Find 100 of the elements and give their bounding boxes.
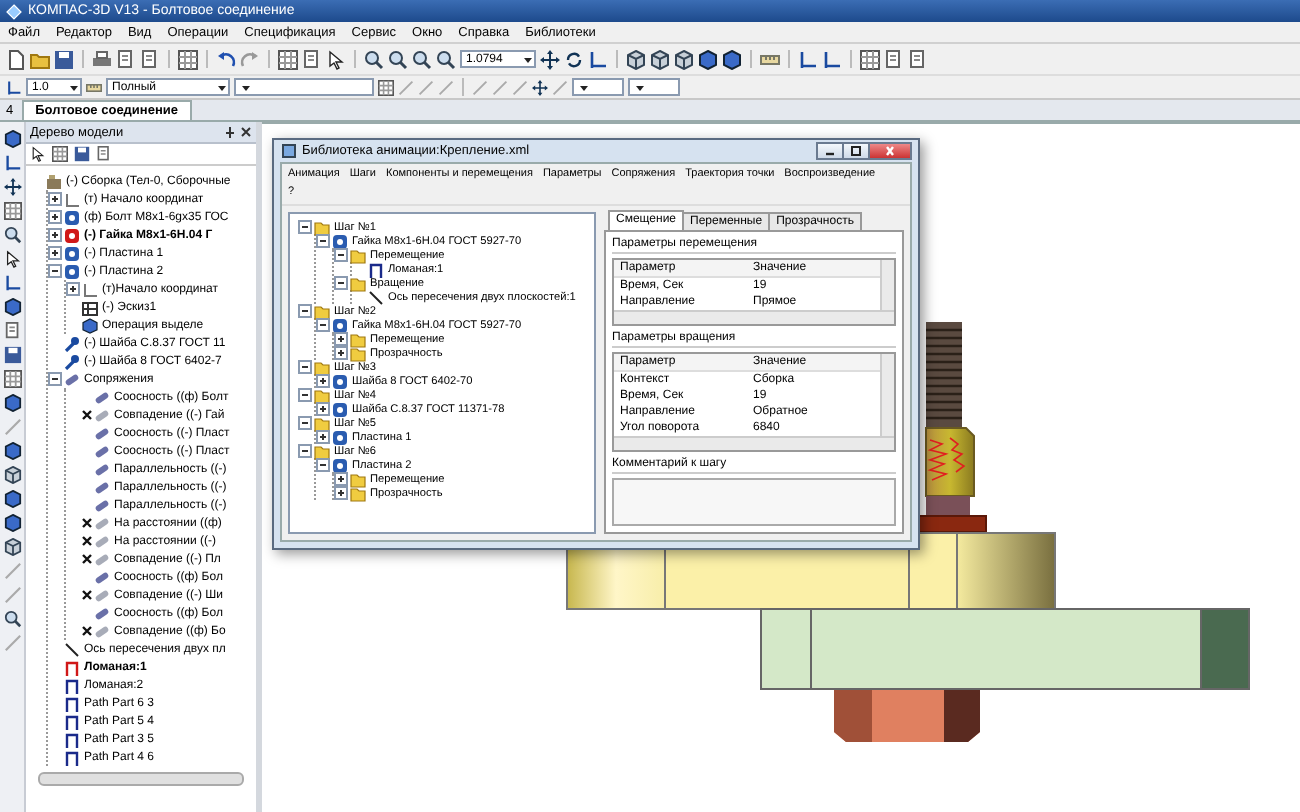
open-folder-icon[interactable] [30, 49, 50, 69]
axes-icon[interactable] [798, 49, 818, 69]
grid-icon[interactable] [178, 49, 198, 69]
close-icon [884, 146, 896, 156]
expand-icon[interactable] [334, 472, 348, 486]
document-icon[interactable] [908, 49, 928, 69]
expand-icon[interactable] [316, 374, 330, 388]
pointer-icon[interactable] [326, 49, 346, 69]
zoom-icon[interactable] [436, 49, 456, 69]
collapse-icon[interactable] [298, 416, 312, 430]
document-icon[interactable] [302, 49, 322, 69]
expand-icon[interactable] [334, 332, 348, 346]
maximize-button[interactable] [842, 142, 870, 160]
horizontal-scrollbar[interactable] [38, 772, 244, 786]
document-icon[interactable] [3, 322, 21, 340]
pointer-icon[interactable] [3, 250, 21, 268]
document-icon[interactable] [884, 49, 904, 69]
cube-icon[interactable] [3, 298, 21, 316]
wireframe-cube-icon[interactable] [650, 49, 670, 69]
part-icon [332, 233, 348, 249]
minimize-button[interactable] [816, 142, 844, 160]
grid-icon[interactable] [378, 79, 394, 95]
expand-icon[interactable] [48, 228, 62, 242]
move-arrows-icon[interactable] [3, 178, 21, 196]
axes-icon[interactable] [588, 49, 608, 69]
vertical-scrollbar[interactable] [880, 354, 894, 436]
zoom-icon[interactable] [3, 226, 21, 244]
printer-icon[interactable] [92, 49, 112, 69]
expand-icon[interactable] [66, 282, 80, 296]
collapse-icon[interactable] [316, 234, 330, 248]
document-icon[interactable] [116, 49, 136, 69]
cross-icon [82, 536, 92, 546]
grid-icon[interactable] [278, 49, 298, 69]
collapse-icon[interactable] [48, 264, 62, 278]
cross-icon [82, 410, 92, 420]
cube-icon[interactable] [3, 130, 21, 148]
horizontal-scrollbar[interactable] [614, 436, 894, 450]
dropdown-field[interactable] [234, 78, 374, 96]
pointer-icon[interactable] [30, 146, 46, 162]
move-arrows-icon[interactable] [532, 79, 548, 95]
expand-icon[interactable] [334, 346, 348, 360]
expand-icon[interactable] [334, 486, 348, 500]
wireframe-cube-icon[interactable] [674, 49, 694, 69]
cube-icon[interactable] [3, 442, 21, 460]
assembly-icon [46, 173, 62, 189]
zoom-icon[interactable] [3, 610, 21, 628]
horizontal-scrollbar[interactable] [614, 310, 894, 324]
capsule-icon [64, 371, 80, 387]
save-icon[interactable] [3, 346, 21, 364]
expand-icon[interactable] [48, 210, 62, 224]
axes-icon[interactable] [3, 154, 21, 172]
document-icon[interactable] [140, 49, 160, 69]
expand-icon[interactable] [48, 246, 62, 260]
collapse-icon[interactable] [334, 248, 348, 262]
collapse-icon[interactable] [316, 458, 330, 472]
axes-icon[interactable] [6, 79, 22, 95]
collapse-icon[interactable] [298, 220, 312, 234]
collapse-icon[interactable] [316, 318, 330, 332]
wireframe-cube-icon[interactable] [3, 538, 21, 556]
zoom-icon[interactable] [388, 49, 408, 69]
save-icon[interactable] [54, 49, 74, 69]
collapse-icon[interactable] [298, 444, 312, 458]
axes-icon[interactable] [3, 274, 21, 292]
document-icon[interactable] [96, 146, 112, 162]
zoom-icon[interactable] [412, 49, 432, 69]
expand-icon[interactable] [316, 402, 330, 416]
ruler-icon[interactable] [86, 79, 102, 95]
grid-icon[interactable] [3, 370, 21, 388]
zoom-icon[interactable] [364, 49, 384, 69]
rotate-icon[interactable] [564, 49, 584, 69]
collapse-icon[interactable] [48, 372, 62, 386]
new-file-icon[interactable] [6, 49, 26, 69]
close-button[interactable] [868, 142, 912, 160]
undo-icon[interactable] [216, 49, 236, 69]
save-icon[interactable] [74, 146, 90, 162]
caret-icon [634, 81, 646, 93]
axes-icon[interactable] [822, 49, 842, 69]
dropdown-field[interactable] [628, 78, 680, 96]
line-icon [64, 641, 80, 657]
collapse-icon[interactable] [298, 360, 312, 374]
ruler-icon[interactable] [760, 49, 780, 69]
collapse-icon[interactable] [298, 388, 312, 402]
comment-field[interactable] [612, 478, 896, 526]
cube-icon[interactable] [3, 394, 21, 412]
grid-icon[interactable] [3, 202, 21, 220]
dropdown-field[interactable] [572, 78, 624, 96]
expand-icon[interactable] [316, 430, 330, 444]
axes-icon [64, 191, 80, 207]
expand-icon[interactable] [48, 192, 62, 206]
wireframe-cube-icon[interactable] [3, 466, 21, 484]
caret-icon [68, 81, 80, 93]
collapse-icon[interactable] [298, 304, 312, 318]
collapse-icon[interactable] [334, 276, 348, 290]
grid-icon[interactable] [860, 49, 880, 69]
wireframe-cube-icon[interactable] [626, 49, 646, 69]
close-icon[interactable] [240, 126, 252, 138]
vertical-scrollbar[interactable] [880, 260, 894, 310]
move-arrows-icon[interactable] [540, 49, 560, 69]
cross-icon [82, 518, 92, 528]
grid-icon[interactable] [52, 146, 68, 162]
